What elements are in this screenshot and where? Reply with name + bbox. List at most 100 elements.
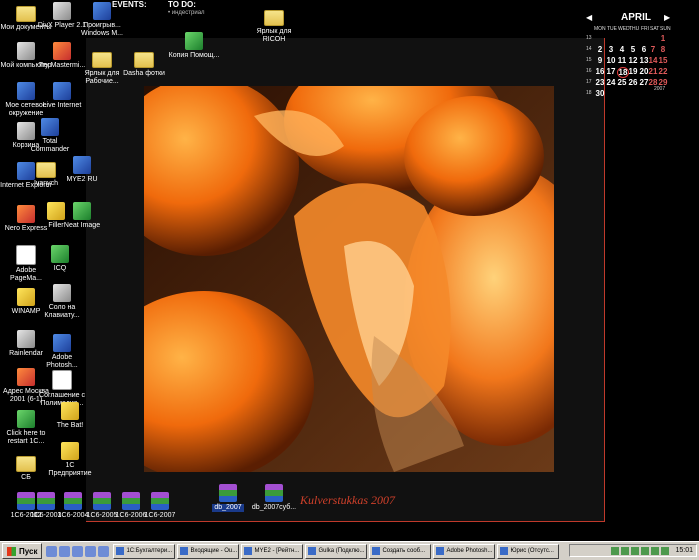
keyboard-icon xyxy=(53,284,71,302)
folder-icon xyxy=(264,10,284,26)
desktop-quicklaunch-icon[interactable] xyxy=(59,545,71,557)
calendar-day[interactable]: 14 xyxy=(648,56,658,65)
task-buttons: 1С:Бухгалтери... Входящие - Ou... MYE2 -… xyxy=(113,543,560,559)
excel-icon xyxy=(185,32,203,50)
desktop-icon-shortcut-ricoh[interactable]: Ярлык для RICOH xyxy=(248,6,300,44)
desktop-icon-photoshop[interactable]: Adobe Photosh... xyxy=(36,334,88,370)
todo-item: • индестриал xyxy=(168,10,205,16)
calendar-day[interactable]: 11 xyxy=(617,56,627,65)
mastermind-icon xyxy=(53,42,71,60)
tray-icon[interactable] xyxy=(661,546,670,555)
tray-icon[interactable] xyxy=(621,546,630,555)
desktop-icon-copy-help[interactable]: Копия Помощ... xyxy=(168,32,220,60)
task-button[interactable]: Входящие - Ou... xyxy=(177,543,240,559)
wallpaper-signature: Kulverstukkas 2007 xyxy=(300,493,395,507)
week-number: 13 xyxy=(586,35,592,41)
week-number: 15 xyxy=(586,57,592,63)
calendar-day[interactable]: 23 xyxy=(595,78,605,87)
app-icon xyxy=(372,547,381,555)
task-button[interactable]: 1С:Бухгалтери... xyxy=(113,543,176,559)
app-icon xyxy=(244,547,253,555)
desktop-icon-solo-keyboard[interactable]: Соло на Клавиату... xyxy=(36,284,88,320)
task-button[interactable]: Создать сооб... xyxy=(369,543,432,559)
desktop-icon-db-2007-sub[interactable]: db_2007суб... xyxy=(248,484,300,512)
globe-icon xyxy=(17,368,35,386)
calendar-day[interactable]: 17 xyxy=(606,67,616,76)
mye2-icon xyxy=(73,156,91,174)
calendar-day[interactable]: 26 xyxy=(628,78,638,87)
calendar-day[interactable]: 16 xyxy=(595,67,605,76)
folder-icon xyxy=(134,52,154,68)
desktop-icon-1c[interactable]: 1С Предприятие xyxy=(44,442,96,478)
desktop-icon-mye2[interactable]: MYE2 RU xyxy=(56,156,108,184)
desktop-icon-dasha-photos[interactable]: Dasha фотки xyxy=(118,48,170,78)
desktop-icon-the-bat[interactable]: The Bat! xyxy=(44,402,96,430)
task-button[interactable]: MYE2 - [Рейтн... xyxy=(241,543,304,559)
calendar-day[interactable]: 10 xyxy=(606,56,616,65)
desktop-icon-live-internet[interactable]: Live Internet xyxy=(36,82,88,110)
archive-icon xyxy=(265,484,283,502)
neat-image-icon xyxy=(73,202,91,220)
tray-icon[interactable] xyxy=(651,546,660,555)
word-quicklaunch-icon[interactable] xyxy=(85,545,97,557)
calendar-day[interactable]: 24 xyxy=(606,78,616,87)
calendar-day[interactable]: 7 xyxy=(648,45,658,54)
calendar-day[interactable]: 15 xyxy=(658,56,668,65)
outlook-quicklaunch-icon[interactable] xyxy=(72,545,84,557)
calendar-day[interactable]: 22 xyxy=(658,67,668,76)
folder-icon xyxy=(16,456,36,472)
week-number: 14 xyxy=(586,46,592,52)
task-button[interactable]: Юрис (Отсутс... xyxy=(497,543,560,559)
quick-launch xyxy=(46,545,110,557)
desktop-icon-total-commander[interactable]: Total Commander xyxy=(24,118,76,154)
live-internet-icon xyxy=(53,82,71,100)
weekday-label: TUE xyxy=(607,26,617,32)
desktop-icon-db-2007[interactable]: db_2007 xyxy=(202,484,254,512)
icq-icon xyxy=(51,245,69,263)
calendar-day[interactable]: 8 xyxy=(658,45,668,54)
calendar-day[interactable]: 9 xyxy=(595,56,605,65)
folder-icon xyxy=(16,6,36,22)
task-button[interactable]: Adobe Photosh... xyxy=(433,543,496,559)
ie-quicklaunch-icon[interactable] xyxy=(46,545,58,557)
calendar-day[interactable]: 1 xyxy=(658,34,668,43)
calendar-day[interactable]: 25 xyxy=(617,78,627,87)
tray-icon[interactable] xyxy=(631,546,640,555)
rainlendar-icon xyxy=(17,330,35,348)
windows-logo-icon xyxy=(7,546,16,556)
calendar-day[interactable]: 5 xyxy=(628,45,638,54)
tray-icon[interactable] xyxy=(611,546,620,555)
archive-icon xyxy=(219,484,237,502)
todo-label: TO DO: xyxy=(168,0,196,9)
system-tray: 15:01 xyxy=(569,544,697,557)
events-label: EVENTS: xyxy=(112,0,147,9)
calendar-day[interactable]: 4 xyxy=(617,45,627,54)
tray-icon[interactable] xyxy=(641,546,650,555)
weekday-label: SUN xyxy=(660,26,671,32)
calendar-month: APRIL xyxy=(621,12,651,23)
pagemaker-icon xyxy=(16,245,36,265)
computer-icon xyxy=(17,42,35,60)
calendar-day[interactable]: 19 xyxy=(628,67,638,76)
start-button[interactable]: Пуск xyxy=(2,543,43,559)
next-month-icon[interactable]: ▶ xyxy=(664,13,670,22)
media-player-icon xyxy=(93,2,111,20)
desktop-icon-1c6-2007[interactable]: 1С6-2007 xyxy=(134,492,186,520)
divx-icon xyxy=(53,2,71,20)
calendar-day[interactable]: 30 xyxy=(595,89,605,98)
taskbar-clock[interactable]: 15:01 xyxy=(675,547,693,554)
week-number: 16 xyxy=(586,68,592,74)
document-icon xyxy=(52,370,72,390)
desktop-icon-neat-image[interactable]: Neat Image xyxy=(56,202,108,230)
desktop-icon-icq[interactable]: ICQ xyxy=(34,245,86,273)
prev-month-icon[interactable]: ◀ xyxy=(586,13,592,22)
excel-quicklaunch-icon[interactable] xyxy=(98,545,110,557)
calendar-day[interactable]: 3 xyxy=(606,45,616,54)
calendar-day[interactable]: 21 xyxy=(648,67,658,76)
calendar-day[interactable]: 12 xyxy=(628,56,638,65)
calendar-day[interactable]: 2 xyxy=(595,45,605,54)
taskbar: Пуск 1С:Бухгалтери... Входящие - Ou... M… xyxy=(0,541,699,560)
task-button[interactable]: Gulka (Подклю... xyxy=(305,543,368,559)
weekday-label: WED xyxy=(618,26,630,32)
app-icon xyxy=(308,547,317,555)
